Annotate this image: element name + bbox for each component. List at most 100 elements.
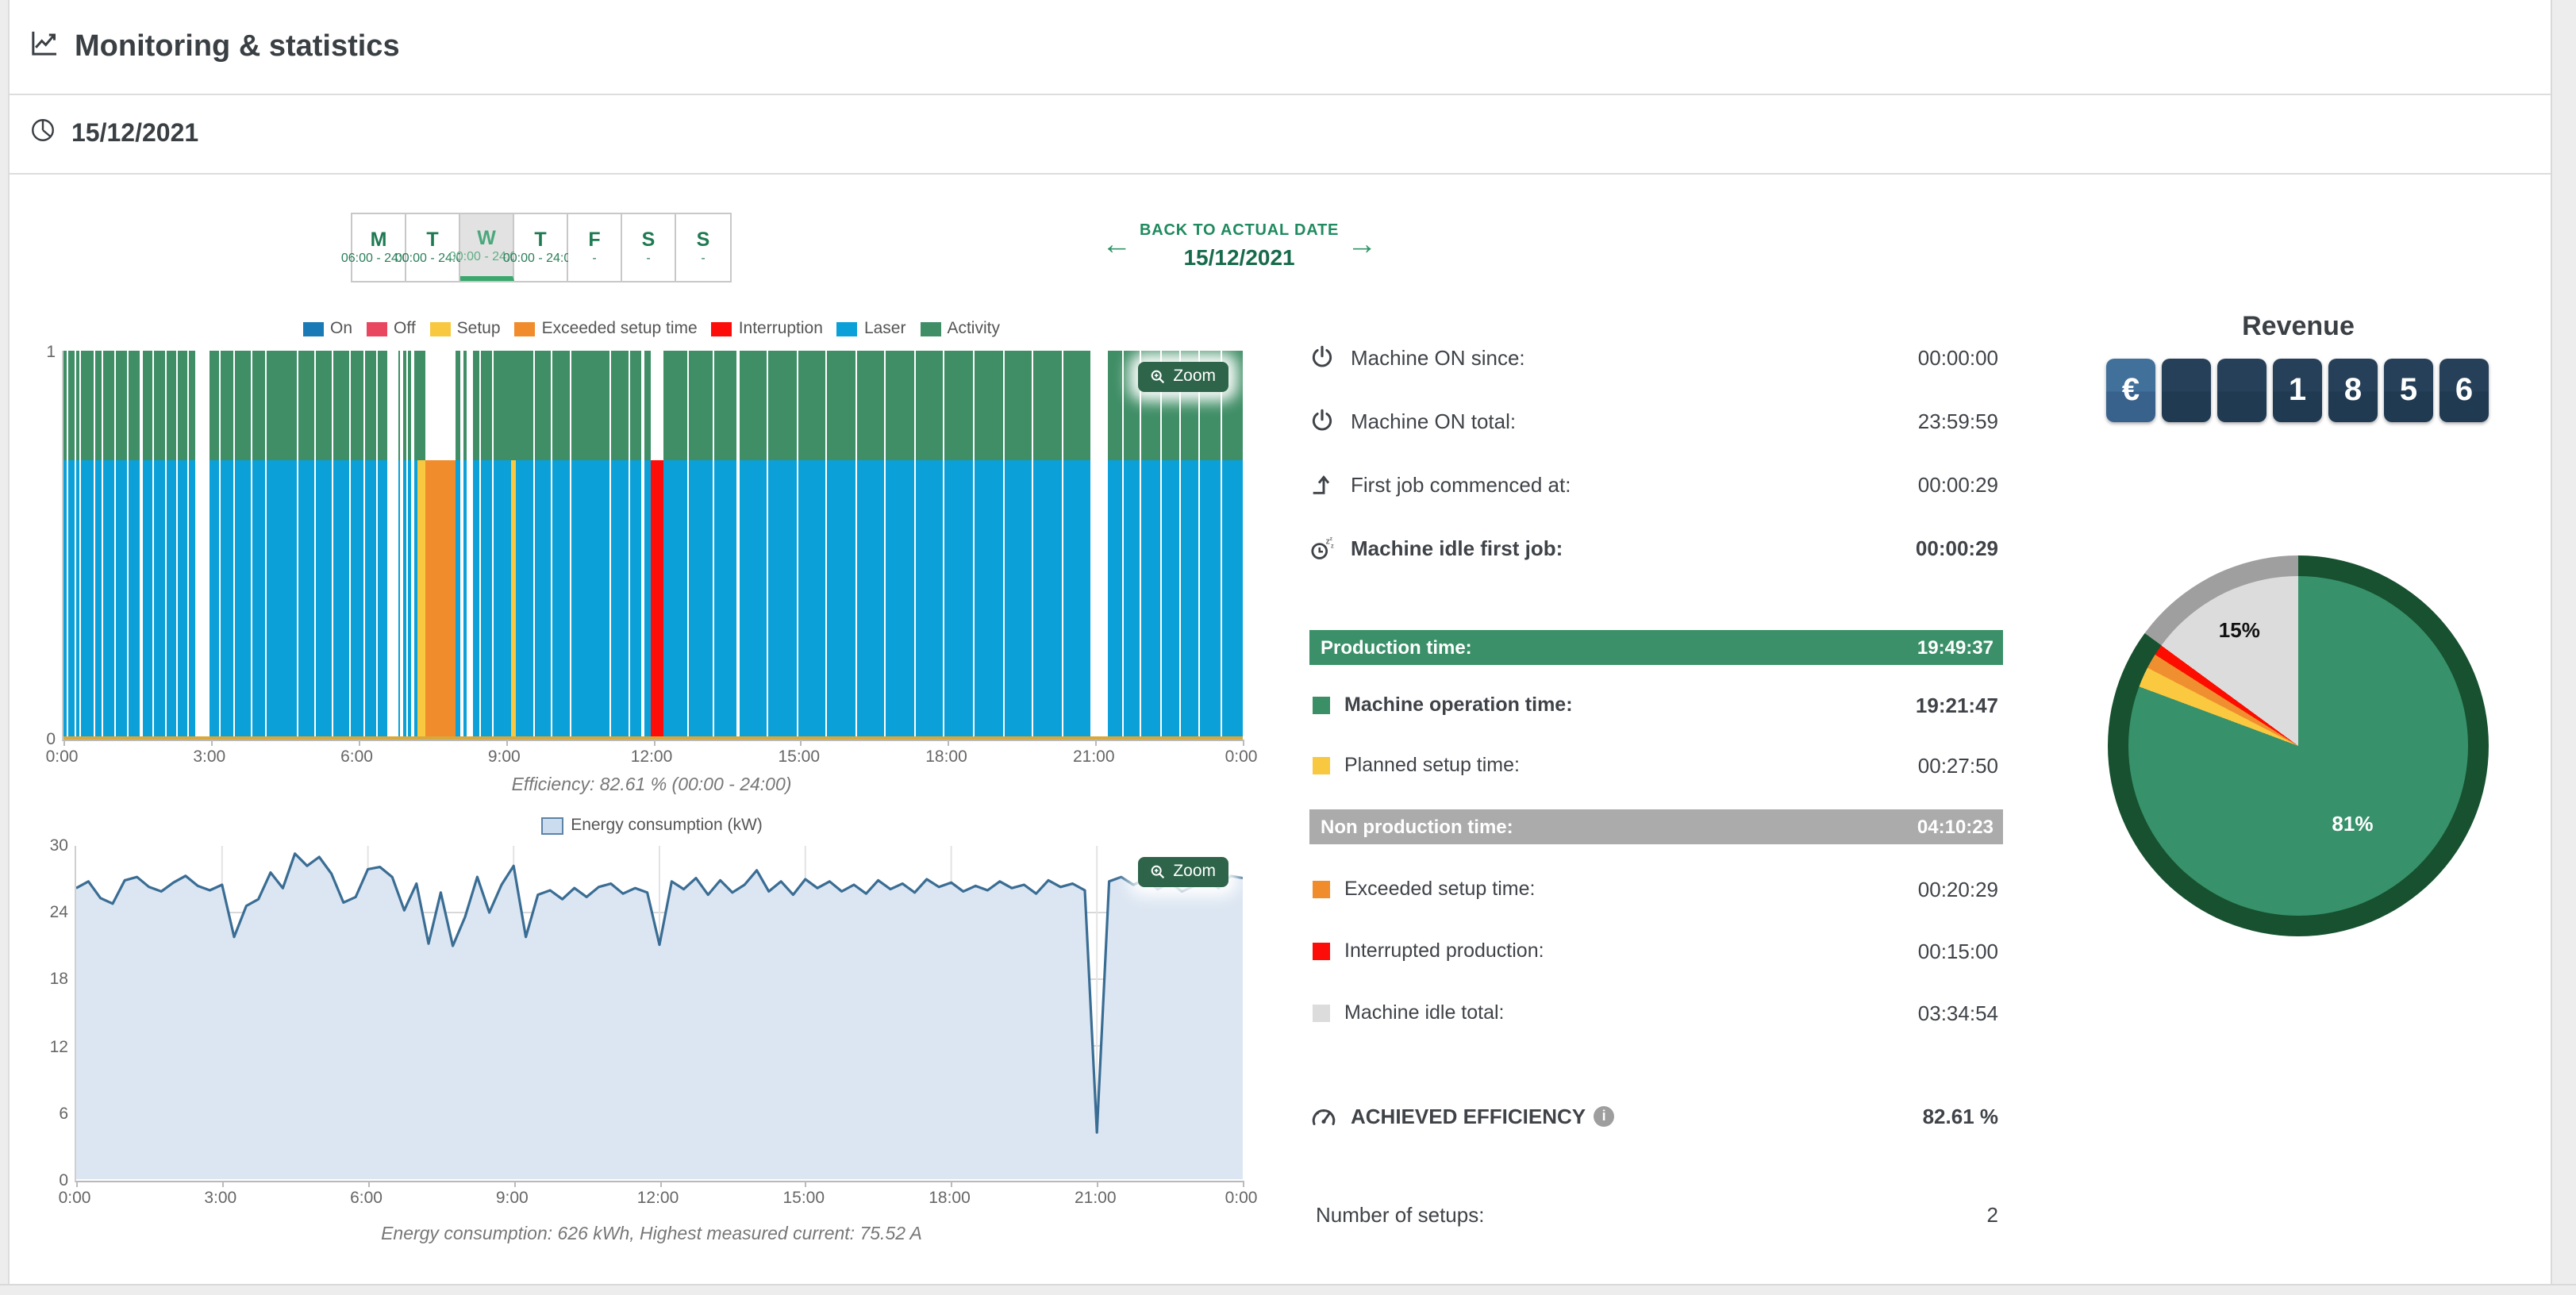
energy-consumption-chart: 3024181260 Zoom — [75, 846, 1243, 1182]
status-segment-on — [975, 351, 1003, 736]
timeline-zoom-button[interactable]: Zoom — [1138, 362, 1228, 392]
status-segment-on — [365, 351, 376, 736]
line-chart-icon — [29, 27, 60, 67]
energy-zoom-button[interactable]: Zoom — [1138, 857, 1228, 887]
status-segment-on — [190, 351, 196, 736]
vertical-scrollbar[interactable] — [2551, 0, 2576, 1295]
info-icon[interactable]: i — [1594, 1105, 1614, 1126]
timeline-bars — [63, 351, 1243, 740]
date-navigation: ← BACK TO ACTUAL DATE 15/12/2021 → — [1094, 216, 1385, 276]
week-day-letter: W — [477, 226, 496, 248]
page-header: Monitoring & statistics — [10, 0, 2551, 95]
horizontal-scrollbar[interactable] — [0, 1284, 2576, 1295]
status-segment-on — [630, 351, 641, 736]
stat-color-swatch — [1313, 756, 1330, 774]
energy-legend-swatch — [540, 817, 563, 834]
status-segment-on — [1162, 351, 1179, 736]
x-tick-label: 15:00 — [778, 747, 820, 767]
legend-swatch — [515, 321, 536, 336]
revenue-counter: €1856 — [2106, 359, 2490, 422]
legend-item-on: On — [303, 319, 352, 338]
week-day-selector: M06:00 - 24:00T00:00 - 24:00W00:00 - 24:… — [351, 213, 732, 282]
week-day-hours: - — [592, 251, 596, 267]
x-tick-label: 6:00 — [350, 1189, 383, 1208]
right-arrow-icon[interactable]: → — [1339, 216, 1385, 276]
week-day-4[interactable]: F- — [568, 214, 622, 281]
status-segment-on — [334, 351, 349, 736]
x-tick-label: 0:00 — [59, 1189, 91, 1208]
x-tick-label: 9:00 — [496, 1189, 529, 1208]
status-segment-on — [235, 351, 250, 736]
revenue-digit-tile: 6 — [2440, 359, 2489, 422]
week-day-letter: T — [426, 229, 438, 251]
pie-slice-label: 81% — [2332, 813, 2373, 836]
stat-value: 82.61 % — [1923, 1104, 1998, 1128]
week-day-letter: S — [697, 229, 710, 251]
stat-row: First job commenced at:00:00:29 — [1309, 465, 2003, 503]
status-segment-on — [153, 351, 164, 736]
status-segment-on — [714, 351, 737, 736]
legend-label: Off — [394, 319, 416, 338]
efficiency-caption: Efficiency: 82.61 % (00:00 - 24:00) — [62, 776, 1241, 795]
week-day-hours: - — [646, 251, 650, 267]
pie-slice-label: 15% — [2219, 618, 2260, 642]
status-segment-on — [690, 351, 713, 736]
stat-header-label: Production time: — [1321, 636, 1472, 659]
week-day-2-active[interactable]: W00:00 - 24:00 — [460, 214, 514, 281]
status-segment-on — [166, 351, 176, 736]
legend-label: Laser — [864, 319, 906, 338]
stat-label: Machine operation time: — [1344, 694, 1573, 716]
status-segment-on — [282, 351, 298, 736]
week-day-3[interactable]: T00:00 - 24:00 — [514, 214, 568, 281]
pie-slices — [2128, 576, 2468, 916]
page-left-gutter — [0, 0, 10, 1295]
legend-item-laser: Laser — [837, 319, 906, 338]
timeline-legend: On Off Setup Exceeded setup time Interruptio… — [62, 319, 1241, 338]
week-day-0[interactable]: M06:00 - 24:00 — [352, 214, 406, 281]
x-tick-label: 18:00 — [925, 747, 967, 767]
x-tick-label: 21:00 — [1073, 747, 1115, 767]
stat-value: 00:00:00 — [1918, 345, 1998, 369]
job-start-icon — [1309, 471, 1344, 497]
status-segment-on — [351, 351, 364, 736]
x-tick-label: 3:00 — [193, 747, 225, 767]
energy-y-tick-label: 0 — [59, 1171, 76, 1190]
svg-text:z: z — [1330, 535, 1333, 541]
stat-value: 23:59:59 — [1918, 409, 1998, 432]
stat-label: Machine idle first job: — [1351, 536, 1563, 559]
x-tick-label: 6:00 — [340, 747, 373, 767]
week-day-letter: F — [588, 229, 600, 251]
energy-legend-label: Energy consumption (kW) — [571, 816, 763, 835]
left-arrow-icon[interactable]: ← — [1094, 216, 1140, 276]
status-segment-on — [210, 351, 219, 736]
stat-row: ACHIEVED EFFICIENCYi82.61 % — [1309, 1097, 2003, 1135]
week-day-1[interactable]: T00:00 - 24:00 — [406, 214, 460, 281]
stat-row: Interrupted production:00:15:00 — [1309, 932, 2003, 970]
stat-label: Planned setup time: — [1344, 754, 1520, 776]
stat-value: 19:21:47 — [1916, 693, 1998, 717]
back-to-actual-date-button[interactable]: BACK TO ACTUAL DATE 15/12/2021 — [1140, 222, 1339, 270]
legend-item-off: Off — [367, 319, 416, 338]
week-day-6[interactable]: S- — [676, 214, 730, 281]
svg-text:z: z — [1331, 541, 1334, 548]
status-segment-on — [221, 351, 234, 736]
week-day-hours: - — [701, 251, 705, 267]
stat-label: Exceeded setup time: — [1344, 878, 1535, 900]
legend-swatch — [303, 321, 324, 336]
revenue-panel: Revenue €1856 — [2106, 311, 2490, 422]
time-distribution-pie-chart: 81% 15% — [2108, 555, 2489, 936]
energy-y-tick-label: 18 — [50, 970, 76, 990]
status-segment-on — [398, 351, 401, 736]
legend-item-setup: Setup — [430, 319, 501, 338]
status-segment-on — [178, 351, 186, 736]
stat-label: First job commenced at: — [1351, 472, 1571, 496]
machine-status-timeline-chart: 1 0 Zoom — [62, 351, 1243, 741]
stat-label: Machine ON since: — [1351, 345, 1525, 369]
week-day-5[interactable]: S- — [622, 214, 676, 281]
energy-area-series — [76, 846, 1243, 1181]
legend-label: Interruption — [739, 319, 823, 338]
legend-item-exceeded-setup-time: Exceeded setup time — [515, 319, 698, 338]
stat-header-label: Non production time: — [1321, 816, 1513, 838]
current-date: 15/12/2021 — [71, 120, 198, 148]
monitoring-statistics-page: Monitoring & statistics 15/12/2021 M06:0… — [0, 0, 2576, 1295]
